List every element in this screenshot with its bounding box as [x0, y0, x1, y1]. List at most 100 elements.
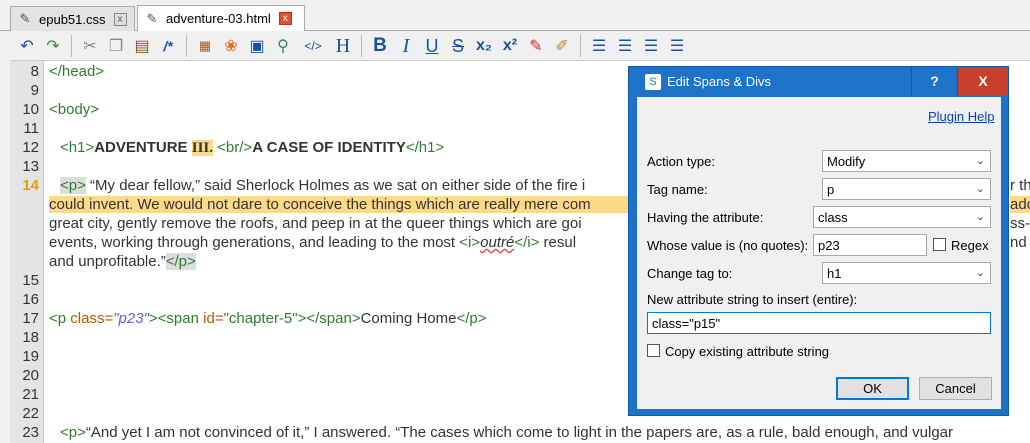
close-tab-icon[interactable]: x — [113, 12, 127, 26]
code-token: great city, gently remove the roofs, and… — [49, 215, 582, 232]
toolbar-separator — [186, 35, 187, 57]
code-token: A CASE OF IDENTITY — [252, 139, 406, 156]
line-number: 15 — [22, 272, 39, 289]
code-token: class= — [70, 310, 114, 327]
cancel-button[interactable]: Cancel — [919, 377, 992, 400]
line-number: 19 — [22, 348, 39, 365]
line-number: 22 — [22, 405, 39, 422]
code-token: <p — [49, 310, 71, 327]
insert-special-icon[interactable]: ❀ — [218, 34, 244, 58]
copy-existing-checkbox[interactable] — [647, 344, 660, 357]
regex-checkbox[interactable] — [933, 238, 946, 251]
close-tab-icon[interactable]: x — [278, 12, 292, 25]
subscript-icon[interactable]: x₂ — [471, 34, 497, 58]
heading-icon[interactable]: H — [330, 34, 356, 58]
code-token: could invent. We would not dare to conce… — [49, 196, 591, 213]
line-number: 23 — [22, 424, 39, 441]
toolbar-separator — [361, 35, 362, 57]
sigil-editor-window: ✎ epub51.css x ✎ adventure-03.html x ↶ ↷… — [0, 0, 1030, 443]
tab-epub51-css[interactable]: ✎ epub51.css x — [10, 6, 135, 31]
help-button[interactable]: ? — [911, 67, 957, 96]
copy-icon[interactable]: ❐ — [103, 34, 129, 58]
redo-icon[interactable]: ↷ — [40, 34, 66, 58]
paint-icon[interactable]: ✎ — [523, 34, 549, 58]
tag-name-select[interactable]: p ⌄ — [822, 178, 991, 200]
italic-icon[interactable]: I — [393, 34, 419, 58]
new-attribute-label: New attribute string to insert (entire): — [647, 292, 858, 307]
line-number: 16 — [22, 291, 39, 308]
clear-format-icon[interactable]: ✐ — [549, 34, 575, 58]
align-right-icon[interactable]: ☰ — [638, 34, 664, 58]
line-number: 10 — [22, 101, 39, 118]
tab-label: adventure-03.html — [166, 11, 271, 26]
new-attribute-input[interactable]: class="p15" — [647, 312, 991, 334]
change-tag-label: Change tag to: — [647, 266, 733, 281]
code-line-12: <h1>ADVENTURE III. <br/>A CASE OF IDENTI… — [60, 139, 444, 157]
dialog-title: Edit Spans & Divs — [667, 74, 772, 89]
code-token: <h1> — [60, 139, 95, 156]
dialog-body: Plugin Help Action type: Modify ⌄ Tag nam… — [637, 97, 1001, 409]
having-attribute-select[interactable]: class ⌄ — [813, 206, 991, 228]
code-token: <p> — [60, 424, 86, 441]
code-token: “And yet I am not convinced of it,” I an… — [85, 424, 954, 441]
code-line-10: <body> — [49, 101, 99, 118]
cut-icon[interactable]: ✂ — [77, 34, 103, 58]
paste-icon[interactable]: ▤ — [129, 34, 155, 58]
code-token: </i> — [514, 234, 540, 251]
dialog-titlebar[interactable]: S Edit Spans & Divs ? X — [629, 67, 1008, 96]
code-token: Coming Home — [360, 310, 457, 327]
chevron-down-icon: ⌄ — [975, 155, 985, 167]
code-token: ADVENTURE — [94, 139, 192, 156]
insert-file-icon[interactable]: ▦ — [192, 34, 218, 58]
whose-value-label: Whose value is (no quotes): — [647, 238, 809, 253]
code-token: </h1> — [405, 139, 445, 156]
code-line-14-wrap-3: great city, gently remove the roofs, and… — [49, 215, 639, 232]
file-icon: ✎ — [19, 11, 31, 26]
align-center-icon[interactable]: ☰ — [612, 34, 638, 58]
code-line-23: <p>“And yet I am not convinced of it,” I… — [60, 424, 953, 441]
copy-existing-label: Copy existing attribute string — [665, 344, 830, 359]
ok-button[interactable]: OK — [836, 377, 909, 400]
code-line-14: <p> “My dear fellow,” said Sherlock Holm… — [60, 177, 585, 194]
action-type-select[interactable]: Modify ⌄ — [822, 150, 991, 172]
tab-label: epub51.css — [39, 11, 106, 27]
close-button[interactable]: X — [957, 67, 1008, 96]
line-number: 21 — [22, 386, 39, 403]
code-token: <p> — [60, 177, 86, 194]
chevron-down-icon: ⌄ — [975, 211, 985, 223]
file-icon: ✎ — [146, 10, 158, 26]
code-line-8: </head> — [49, 63, 104, 80]
code-token: and unprofitable.” — [49, 253, 166, 270]
code-fragment: r th — [1010, 177, 1030, 194]
toolbar: ↶ ↷ ✂ ❐ ▤ /* ▦ ❀ ▣ ⚲ </> H B I U S x₂ x²… — [0, 32, 1030, 60]
sigil-app-icon: S — [645, 73, 661, 90]
insert-link-icon[interactable]: ⚲ — [270, 34, 296, 58]
insert-image-icon[interactable]: ▣ — [244, 34, 270, 58]
justify-icon[interactable]: ☰ — [664, 34, 690, 58]
selected-value: h1 — [827, 266, 842, 281]
bold-icon[interactable]: B — [367, 34, 393, 58]
whose-value-input[interactable]: p23 — [813, 234, 927, 256]
tag-icon[interactable]: </> — [296, 34, 330, 58]
comment-icon[interactable]: /* — [155, 34, 181, 58]
line-number: 17 — [22, 310, 39, 327]
strikethrough-icon[interactable]: S — [445, 34, 471, 58]
change-tag-select[interactable]: h1 ⌄ — [822, 262, 991, 284]
code-token: “My dear fellow,” said Sherlock Holmes a… — [85, 177, 586, 194]
underline-icon[interactable]: U — [419, 34, 445, 58]
code-token: <br/> — [217, 139, 253, 156]
code-token: <i> — [459, 234, 481, 251]
superscript-icon[interactable]: x² — [497, 34, 523, 58]
line-number: 9 — [30, 82, 39, 99]
code-token: outré — [480, 234, 515, 251]
undo-icon[interactable]: ↶ — [14, 34, 40, 58]
code-fragment: ado — [1010, 196, 1030, 213]
code-line-14-wrap-2: could invent. We would not dare to conce… — [49, 196, 639, 213]
tab-bar: ✎ epub51.css x ✎ adventure-03.html x — [0, 0, 1030, 31]
plugin-help-link[interactable]: Plugin Help — [928, 109, 995, 124]
tab-adventure-03-html[interactable]: ✎ adventure-03.html x — [137, 5, 305, 31]
toolbar-separator — [580, 35, 581, 57]
line-number: 18 — [22, 329, 39, 346]
align-left-icon[interactable]: ☰ — [586, 34, 612, 58]
regex-label: Regex — [951, 238, 989, 253]
